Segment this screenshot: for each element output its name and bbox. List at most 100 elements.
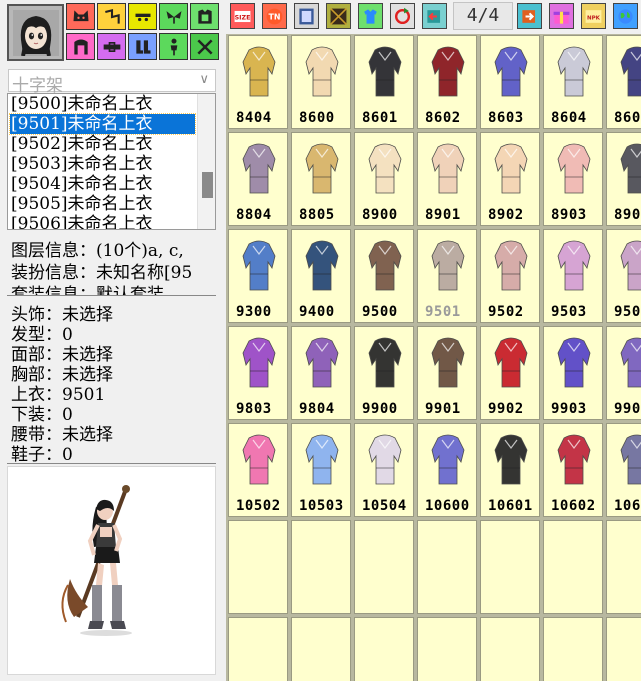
item-cell[interactable]: 9901 (417, 326, 477, 420)
item-code: 8602 (425, 110, 461, 126)
item-code: 9501 (425, 304, 461, 320)
item-cell[interactable]: 106 (606, 423, 641, 517)
category-button-arch[interactable] (66, 33, 95, 60)
item-cell[interactable]: 990 (606, 326, 641, 420)
toolbar-button-tn[interactable]: TN (262, 3, 287, 29)
toolbar-button-globe[interactable] (613, 3, 638, 29)
tn-icon: TN (266, 8, 283, 24)
list-item-selected[interactable]: [9501]未命名上衣 (9, 113, 196, 135)
chevron-down-icon[interactable]: ∨ (199, 72, 209, 87)
item-cell[interactable]: 9300 (228, 229, 288, 323)
item-cell[interactable]: 9502 (480, 229, 540, 323)
boots-icon (135, 39, 150, 54)
outfit-sprite (557, 46, 591, 97)
item-code: 9804 (299, 401, 335, 417)
toolbar-button-refresh[interactable] (390, 3, 415, 29)
list-item[interactable]: [9504]未命名上衣 (10, 174, 195, 194)
item-code: 8900 (362, 207, 398, 223)
outfit-sprite (620, 143, 641, 194)
status-chest: 胸部：未选择 (11, 365, 113, 385)
status-face: 面部：未选择 (11, 345, 113, 365)
outfit-sprite (368, 434, 402, 485)
toolbar-button-prev-page[interactable] (422, 3, 447, 29)
item-cell[interactable]: 9500 (354, 229, 414, 323)
list-item[interactable]: [9503]未命名上衣 (10, 154, 195, 174)
category-button-cat-ears[interactable] (66, 3, 95, 30)
item-code: 8603 (488, 110, 524, 126)
category-button-figure[interactable] (159, 33, 188, 60)
character-preview (7, 466, 216, 675)
outfit-sprite (620, 434, 641, 485)
item-cell[interactable]: 8901 (417, 132, 477, 226)
toolbar: 4/4 SIZE TN NPK (222, 0, 641, 33)
item-cell[interactable]: 10601 (480, 423, 540, 517)
toolbar-button-gift[interactable] (549, 3, 574, 29)
category-button-hair[interactable] (97, 3, 126, 30)
outfit-sprite (431, 143, 465, 194)
item-cell[interactable]: 8604 (543, 35, 603, 129)
category-button-boots[interactable] (128, 33, 157, 60)
list-scrollbar[interactable] (197, 94, 215, 229)
toolbar-button-npk[interactable]: NPK (581, 3, 606, 29)
item-cell[interactable]: 9900 (354, 326, 414, 420)
toolbar-button-next-page[interactable] (517, 3, 542, 29)
empty-cell (606, 617, 641, 681)
category-button-belt[interactable] (97, 33, 126, 60)
list-item[interactable]: [9502]未命名上衣 (10, 134, 195, 154)
item-cell[interactable]: 9503 (543, 229, 603, 323)
outfit-sprite (305, 240, 339, 291)
item-cell[interactable]: 8804 (228, 132, 288, 226)
character-avatar-button[interactable] (7, 4, 64, 61)
category-button-top-clothes[interactable] (190, 3, 219, 30)
item-cell[interactable]: 8404 (228, 35, 288, 129)
outfit-sprite (557, 434, 591, 485)
item-cell[interactable]: 8601 (354, 35, 414, 129)
item-cell[interactable]: 860 (606, 35, 641, 129)
empty-cell (606, 520, 641, 614)
item-cell[interactable]: 10600 (417, 423, 477, 517)
item-cell[interactable]: 890 (606, 132, 641, 226)
item-cell[interactable]: 10503 (291, 423, 351, 517)
list-item[interactable]: [9505]未命名上衣 (10, 194, 195, 214)
svg-text:NPK: NPK (587, 15, 601, 21)
item-cell[interactable]: 8903 (543, 132, 603, 226)
empty-cell (354, 520, 414, 614)
item-cell[interactable]: 10504 (354, 423, 414, 517)
item-cell[interactable]: 8805 (291, 132, 351, 226)
toolbar-button-frame[interactable] (294, 3, 319, 29)
item-cell[interactable]: 9902 (480, 326, 540, 420)
item-cell[interactable]: 9903 (543, 326, 603, 420)
list-item[interactable]: [9506]未命名上衣 (10, 214, 195, 229)
status-bottom: 下装：0 (11, 405, 73, 425)
item-cell[interactable]: 8603 (480, 35, 540, 129)
item-cell[interactable]: 10502 (228, 423, 288, 517)
item-code: 9300 (236, 304, 272, 320)
empty-cell (417, 617, 477, 681)
toolbar-button-shirt[interactable] (358, 3, 383, 29)
outfit-sprite (557, 143, 591, 194)
category-button-wings[interactable] (159, 3, 188, 30)
item-listbox[interactable]: [9500]未命名上衣 [9501]未命名上衣 [9502]未命名上衣 [950… (7, 93, 216, 230)
item-cell[interactable]: 950 (606, 229, 641, 323)
item-cell[interactable]: 9803 (228, 326, 288, 420)
category-dropdown[interactable]: 十字架 ∨ (8, 69, 216, 96)
item-code: 9503 (551, 304, 587, 320)
list-scrollbar-thumb[interactable] (202, 172, 213, 198)
hair-icon (104, 8, 120, 24)
outfit-sprite (557, 240, 591, 291)
item-cell[interactable]: 8902 (480, 132, 540, 226)
item-cell[interactable]: 9804 (291, 326, 351, 420)
item-cell[interactable]: 10602 (543, 423, 603, 517)
item-cell[interactable]: 9501 (417, 229, 477, 323)
item-cell[interactable]: 9400 (291, 229, 351, 323)
category-button-eyes[interactable] (128, 3, 157, 30)
toolbar-button-grid-pattern[interactable] (326, 3, 351, 29)
set-info: 套装信息：默认套装 (11, 285, 164, 296)
category-button-crossed-swords[interactable] (190, 33, 219, 60)
item-cell[interactable]: 8602 (417, 35, 477, 129)
list-item[interactable]: [9500]未命名上衣 (10, 94, 195, 114)
toolbar-button-size[interactable]: SIZE (230, 3, 255, 29)
empty-cell (543, 520, 603, 614)
item-cell[interactable]: 8600 (291, 35, 351, 129)
item-cell[interactable]: 8900 (354, 132, 414, 226)
